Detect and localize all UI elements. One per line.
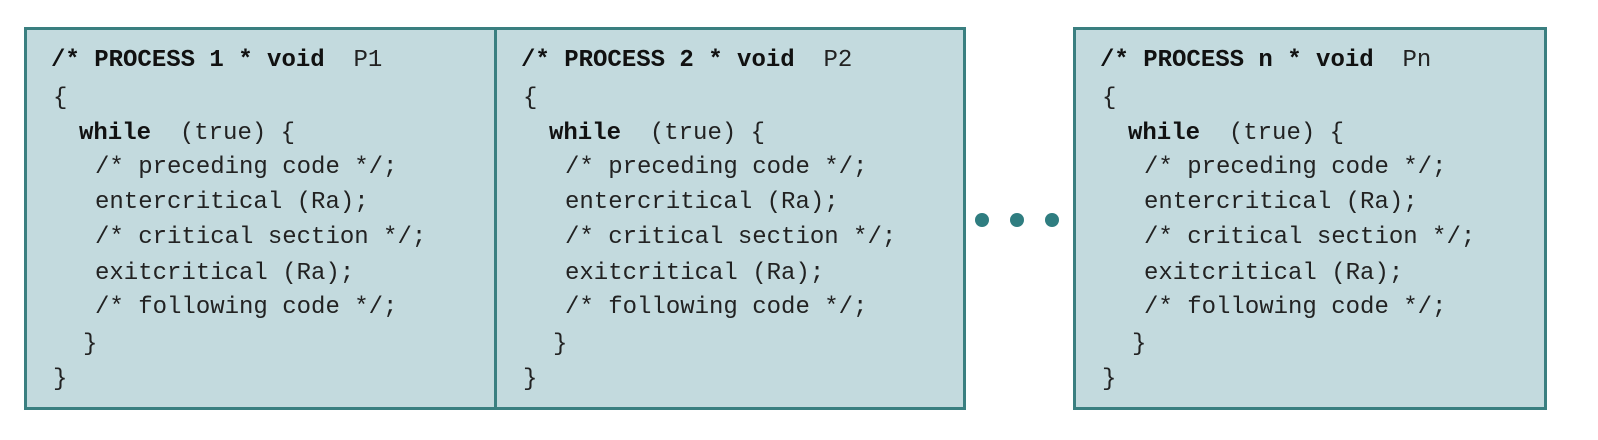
- outer-close-brace: }: [523, 366, 538, 393]
- process-header: /* PROCESS 2 * void P2: [521, 47, 852, 75]
- process-header-name: Pn: [1402, 47, 1432, 74]
- while-keyword: while: [1128, 120, 1201, 147]
- entercritical-line: entercritical (Ra);: [565, 189, 839, 216]
- exitcritical-line: exitcritical (Ra);: [95, 260, 355, 287]
- process-header-name: P1: [353, 47, 383, 74]
- inner-close-brace: }: [83, 331, 98, 358]
- while-line: while (true) {: [549, 120, 765, 148]
- following-code-line: /* following code */;: [1144, 294, 1447, 321]
- exitcritical-line: exitcritical (Ra);: [565, 260, 825, 287]
- open-brace: {: [53, 85, 68, 112]
- critical-section-line: /* critical section */;: [565, 224, 897, 251]
- while-line: while (true) {: [1128, 120, 1344, 148]
- while-keyword: while: [549, 120, 622, 147]
- while-condition: (true) {: [179, 120, 296, 147]
- outer-close-brace: }: [53, 366, 68, 393]
- process-header: /* PROCESS n * void Pn: [1100, 47, 1431, 75]
- entercritical-line: entercritical (Ra);: [1144, 189, 1418, 216]
- process-2-panel: /* PROCESS 2 * void P2 { while (true) { …: [494, 27, 966, 410]
- inner-close-brace: }: [1132, 331, 1147, 358]
- process-header-keyword: /* PROCESS n * void: [1100, 47, 1374, 74]
- ellipsis-dot: [975, 213, 989, 227]
- entercritical-line: entercritical (Ra);: [95, 189, 369, 216]
- process-1-panel: /* PROCESS 1 * void P1 { while (true) { …: [24, 27, 498, 410]
- exitcritical-line: exitcritical (Ra);: [1144, 260, 1404, 287]
- while-condition: (true) {: [649, 120, 766, 147]
- process-header: /* PROCESS 1 * void P1: [51, 47, 382, 75]
- ellipsis-dots: [972, 208, 1066, 232]
- preceding-code-line: /* preceding code */;: [1144, 154, 1447, 181]
- while-line: while (true) {: [79, 120, 295, 148]
- critical-section-line: /* critical section */;: [95, 224, 427, 251]
- critical-section-line: /* critical section */;: [1144, 224, 1476, 251]
- ellipsis-dot: [1045, 213, 1059, 227]
- while-condition: (true) {: [1228, 120, 1345, 147]
- process-header-keyword: /* PROCESS 1 * void: [51, 47, 325, 74]
- following-code-line: /* following code */;: [565, 294, 868, 321]
- process-header-name: P2: [823, 47, 853, 74]
- following-code-line: /* following code */;: [95, 294, 398, 321]
- inner-close-brace: }: [553, 331, 568, 358]
- preceding-code-line: /* preceding code */;: [95, 154, 398, 181]
- process-header-keyword: /* PROCESS 2 * void: [521, 47, 795, 74]
- process-n-panel: /* PROCESS n * void Pn { while (true) { …: [1073, 27, 1547, 410]
- while-keyword: while: [79, 120, 152, 147]
- open-brace: {: [1102, 85, 1117, 112]
- preceding-code-line: /* preceding code */;: [565, 154, 868, 181]
- outer-close-brace: }: [1102, 366, 1117, 393]
- open-brace: {: [523, 85, 538, 112]
- ellipsis-dot: [1010, 213, 1024, 227]
